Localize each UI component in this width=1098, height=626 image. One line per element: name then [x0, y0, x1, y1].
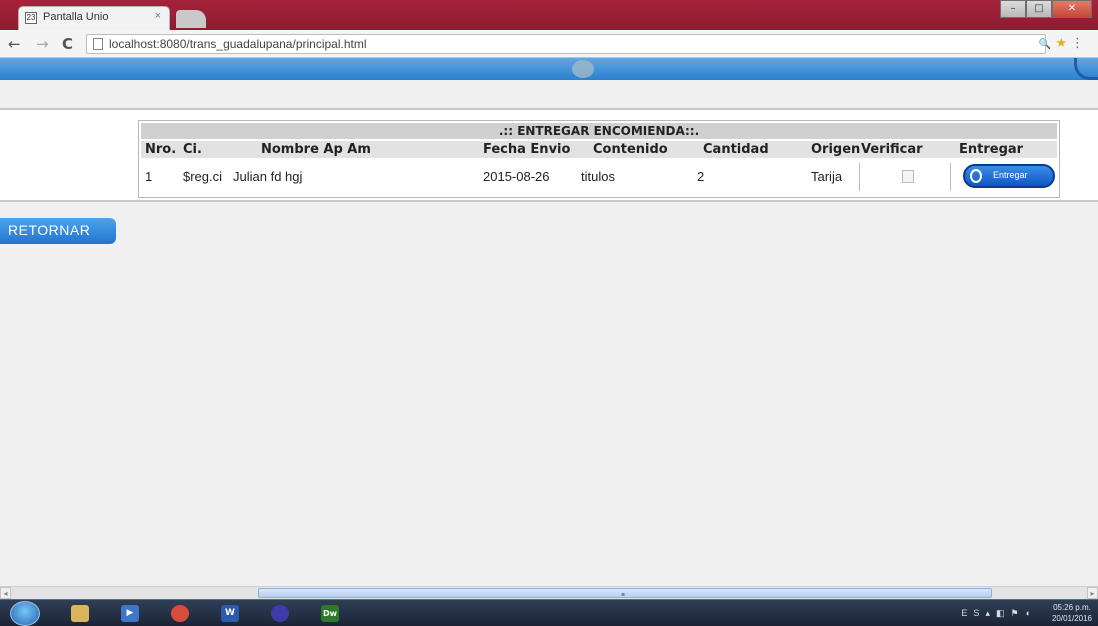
tray-arrow-icon[interactable]: ▴ [985, 608, 996, 618]
zoom-icon[interactable]: 🔍 [1039, 39, 1055, 50]
column-header: Origen [811, 142, 861, 157]
column-header: Ci. [183, 142, 202, 157]
menu-icon[interactable]: ⋮ [1071, 36, 1088, 51]
tray-network-icon[interactable]: ◧ [996, 608, 1011, 618]
grip-icon: ▪ [621, 591, 626, 598]
cell-nombre: Julian fd hgj [233, 169, 303, 184]
cell-nro: 1 [145, 169, 153, 184]
taskbar-clock[interactable]: 05:26 p.m. 20/01/2016 [1052, 602, 1092, 624]
scroll-left-icon[interactable]: ◂ [0, 587, 11, 599]
back-icon[interactable]: ← [8, 35, 21, 53]
browser-titlebar: 23 Pantalla Unio × – □ ✕ [0, 0, 1098, 30]
cell-verificar [859, 163, 951, 191]
cell-origen: Tarija [811, 169, 843, 184]
column-header: Entregar [959, 142, 1024, 157]
table-header-row: Nro. Ci. Nombre Ap Am Fecha Envio Conten… [141, 141, 1057, 158]
cell-cantidad: 2 [697, 169, 705, 184]
media-player-icon: ▶ [121, 605, 139, 622]
column-header: Contenido [593, 142, 668, 157]
minimize-button[interactable]: – [1000, 0, 1026, 18]
table-caption: .:: ENTREGAR ENCOMIENDA::. [141, 123, 1057, 139]
forward-icon[interactable]: → [36, 35, 49, 53]
tray-volume-icon[interactable]: ◖ [1025, 608, 1036, 618]
tray-flag-icon[interactable]: ⚑ [1010, 608, 1024, 618]
broken-image-icon[interactable] [902, 170, 914, 183]
header-logo [572, 60, 594, 78]
table-row: 1 $reg.ci Julian fd hgj 2015-08-26 titul… [141, 161, 1057, 191]
taskbar-app-word[interactable]: W [212, 602, 248, 625]
tab-title: Pantalla Unio [43, 11, 109, 23]
cell-fecha: 2015-08-26 [483, 169, 550, 184]
clock-date: 20/01/2016 [1051, 614, 1092, 623]
windows-taskbar: ▶ W Dw ES▴◧⚑◖ 05:26 p.m. 20/01/2016 [0, 599, 1098, 626]
new-tab-button[interactable] [176, 10, 206, 28]
entregar-button-label: Entregar [993, 170, 1028, 180]
taskbar-app-media[interactable]: ▶ [112, 602, 148, 625]
dreamweaver-icon: Dw [321, 605, 339, 622]
close-window-button[interactable]: ✕ [1052, 0, 1092, 18]
browser-tab[interactable]: 23 Pantalla Unio × [18, 6, 170, 30]
site-header [0, 58, 1098, 80]
page-icon [93, 38, 103, 50]
window-title-blurred [340, 9, 760, 19]
chrome-icon [171, 605, 189, 622]
system-tray: ES▴◧⚑◖ [961, 608, 1036, 619]
word-icon: W [221, 605, 239, 622]
taskbar-app-dreamweaver[interactable]: Dw [312, 602, 348, 625]
maximize-button[interactable]: □ [1026, 0, 1052, 18]
column-header: Nombre Ap Am [261, 142, 371, 157]
bookmark-star-icon[interactable]: ★ [1055, 36, 1071, 51]
column-header: Verificar [861, 142, 923, 157]
url-text: localhost:8080/trans_guadalupana/princip… [109, 37, 367, 51]
scroll-right-icon[interactable]: ▸ [1087, 587, 1098, 599]
column-header: Fecha Envio [483, 142, 571, 157]
tab-close-icon[interactable]: × [155, 10, 161, 22]
cell-ci: $reg.ci [183, 169, 223, 184]
start-button[interactable] [10, 601, 40, 626]
clock-time: 05:26 p.m. [1053, 603, 1091, 612]
entregar-button[interactable]: Entregar [963, 164, 1055, 188]
reload-icon[interactable]: C [62, 35, 73, 53]
taskbar-app-eclipse[interactable] [262, 602, 298, 625]
cell-contenido: titulos [581, 169, 615, 184]
encomienda-table: .:: ENTREGAR ENCOMIENDA::. Nro. Ci. Nomb… [138, 120, 1060, 198]
tray-language[interactable]: ES [961, 608, 985, 618]
main-panel: .:: ENTREGAR ENCOMIENDA::. Nro. Ci. Nomb… [0, 108, 1098, 202]
header-curl-decoration [1074, 58, 1098, 80]
horizontal-scrollbar[interactable]: ◂ ▪ ▸ [0, 586, 1098, 599]
browser-actions: 🔍★⋮ [1039, 36, 1088, 51]
address-bar[interactable]: localhost:8080/trans_guadalupana/princip… [86, 34, 1046, 54]
retornar-button[interactable]: RETORNAR [0, 218, 116, 244]
folder-icon [71, 605, 89, 622]
column-header: Nro. [145, 142, 177, 157]
scrollbar-thumb[interactable]: ▪ [258, 588, 992, 598]
browser-navbar: ← → C localhost:8080/trans_guadalupana/p… [0, 30, 1098, 58]
power-icon [970, 169, 982, 183]
window-controls: – □ ✕ [1000, 0, 1092, 18]
column-header: Cantidad [703, 142, 769, 157]
favicon-icon: 23 [25, 12, 37, 24]
taskbar-app-explorer[interactable] [62, 602, 98, 625]
eclipse-icon [271, 605, 289, 622]
taskbar-app-chrome[interactable] [162, 602, 198, 625]
